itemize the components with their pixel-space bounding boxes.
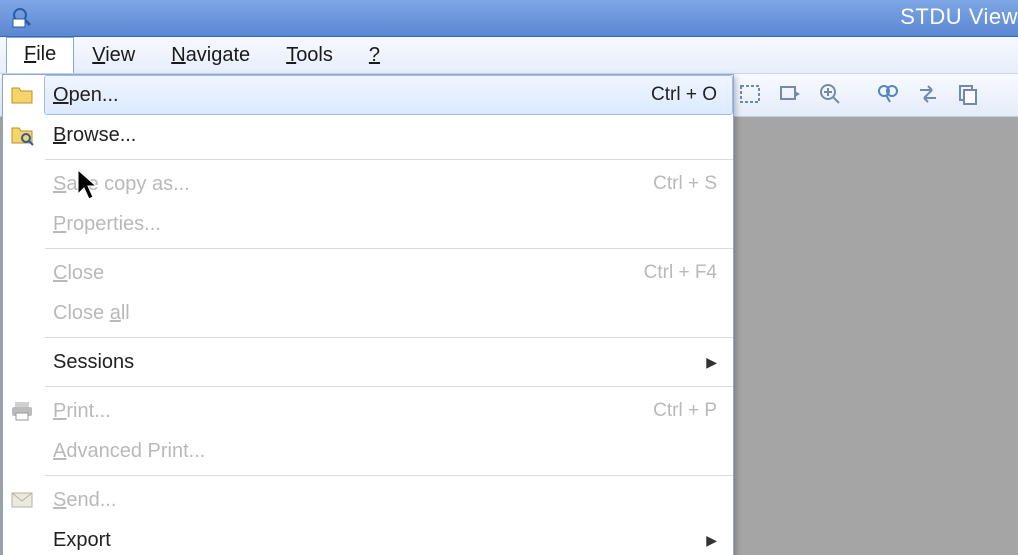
envelope-icon: [9, 487, 35, 513]
menu-item-open[interactable]: Open... Ctrl + O: [44, 75, 733, 115]
printer-icon: [9, 398, 35, 424]
menu-item-send: Send...: [45, 480, 733, 520]
content-area: Open... Ctrl + O Browse... Save copy as.…: [0, 74, 1018, 555]
shortcut-text: Ctrl + P: [653, 400, 717, 422]
separator: [45, 475, 733, 476]
menu-item-export[interactable]: Export ▶: [45, 520, 733, 555]
toolbar-button-2[interactable]: [776, 80, 804, 108]
separator: [45, 337, 733, 338]
app-icon: [10, 5, 34, 29]
menu-item-print: Print... Ctrl + P: [45, 391, 733, 431]
separator: [45, 159, 733, 160]
folder-open-icon: [9, 82, 35, 108]
file-menu-dropdown: Open... Ctrl + O Browse... Save copy as.…: [2, 74, 734, 555]
shortcut-text: Ctrl + S: [653, 173, 717, 195]
titlebar: STDU View: [0, 0, 1018, 37]
browse-icon: [9, 122, 35, 148]
chevron-right-icon: ▶: [706, 532, 717, 549]
toolbar-button-1[interactable]: [736, 80, 764, 108]
app-title: STDU View: [900, 4, 1018, 30]
menu-help[interactable]: ?: [351, 38, 398, 73]
menu-tools[interactable]: Tools: [268, 38, 351, 73]
menu-item-sessions[interactable]: Sessions ▶: [45, 342, 733, 382]
menu-item-properties: Properties...: [45, 204, 733, 244]
shortcut-text: Ctrl + O: [651, 84, 717, 106]
menu-view[interactable]: View: [74, 38, 153, 73]
toolbar-copy-icon[interactable]: [954, 80, 982, 108]
toolbar-globe-icon[interactable]: [1014, 80, 1018, 108]
shortcut-text: Ctrl + F4: [644, 262, 717, 284]
menubar: File View Navigate Tools ?: [0, 37, 1018, 74]
menu-item-close: Close Ctrl + F4: [45, 253, 733, 293]
menu-file[interactable]: File: [6, 37, 74, 73]
toolbar-swap-icon[interactable]: [914, 80, 942, 108]
menu-item-close-all: Close all: [45, 293, 733, 333]
separator: [45, 248, 733, 249]
separator: [45, 386, 733, 387]
toolbar-find-icon[interactable]: [874, 80, 902, 108]
menu-item-browse[interactable]: Browse...: [45, 115, 733, 155]
menu-item-advanced-print: Advanced Print...: [45, 431, 733, 471]
menu-navigate[interactable]: Navigate: [153, 38, 268, 73]
toolbar-zoom-icon[interactable]: [816, 80, 844, 108]
menu-item-save-copy: Save copy as... Ctrl + S: [45, 164, 733, 204]
chevron-right-icon: ▶: [706, 354, 717, 371]
